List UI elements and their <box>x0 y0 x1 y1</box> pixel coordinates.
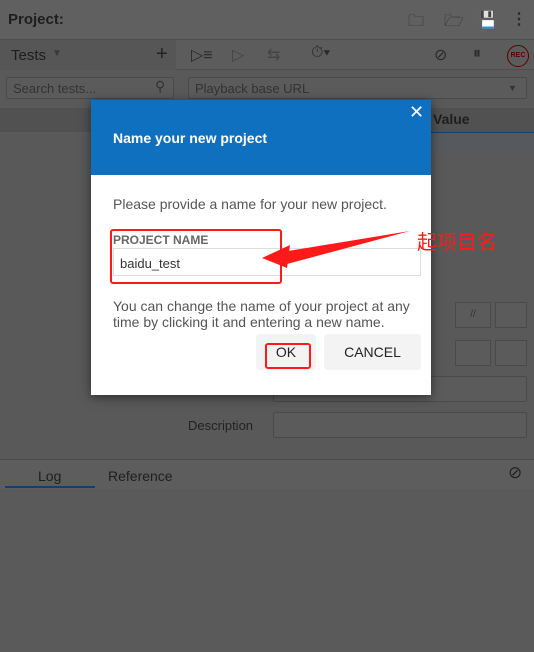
disable-breakpoints-icon[interactable]: ⊘ <box>434 45 447 65</box>
annotation-text: 起项目名 <box>417 232 497 254</box>
bottom-tabs: Log Reference ⊘ <box>0 459 534 489</box>
description-label: Description <box>188 418 254 433</box>
project-title[interactable]: Project: <box>8 11 64 28</box>
dialog-prompt: Please provide a name for your new proje… <box>113 196 387 212</box>
tab-reference[interactable]: Reference <box>108 468 173 484</box>
dialog-note: You can change the name of your project … <box>113 298 410 330</box>
tests-panel-header: Tests ▼ + <box>0 40 176 70</box>
record-button[interactable]: REC <box>507 45 529 67</box>
active-tab-indicator <box>5 486 95 488</box>
description-input[interactable] <box>273 412 527 438</box>
search-tests-input[interactable]: Search tests... <box>6 77 174 99</box>
dialog-title: Name your new project <box>113 130 268 146</box>
new-folder-icon[interactable]: 🗀 <box>408 10 424 37</box>
tab-log[interactable]: Log <box>38 468 61 484</box>
step-icon[interactable]: ⇆ <box>267 45 280 65</box>
pause-icon[interactable]: ⏸ <box>473 45 481 63</box>
run-icon[interactable]: ▷ <box>232 45 244 65</box>
dialog-header: Name your new project ✕ <box>91 100 431 175</box>
cancel-button[interactable]: CANCEL <box>324 334 421 370</box>
search-icon: ⚲ <box>155 78 166 94</box>
value-column-header: Value <box>433 111 470 127</box>
annotation-highlight-box <box>110 229 282 284</box>
clear-log-icon[interactable]: ⊘ <box>508 463 522 483</box>
open-folder-icon[interactable]: 🗁 <box>444 10 464 37</box>
playback-url-input[interactable]: Playback base URL <box>188 77 527 99</box>
log-panel <box>0 489 534 652</box>
open-window-icon[interactable] <box>495 302 527 328</box>
more-vertical-icon[interactable]: ⋮ <box>511 9 527 29</box>
close-icon[interactable]: ✕ <box>409 102 424 123</box>
speed-icon[interactable]: ⏱▾ <box>311 44 330 62</box>
run-all-icon[interactable]: ▷≡ <box>191 45 213 65</box>
add-test-icon[interactable]: + <box>156 43 168 66</box>
select-target-icon[interactable] <box>455 340 491 366</box>
find-target-icon[interactable] <box>495 340 527 366</box>
save-icon[interactable]: 💾 <box>478 10 498 30</box>
chevron-down-icon: ▼ <box>508 83 517 93</box>
project-header: Project: 🗀 🗁 💾 ⋮ <box>0 0 534 40</box>
comment-button[interactable]: // <box>455 302 491 328</box>
tests-dropdown[interactable]: Tests <box>11 47 46 64</box>
chevron-down-icon: ▼ <box>52 48 62 59</box>
annotation-ok-box <box>265 343 311 369</box>
